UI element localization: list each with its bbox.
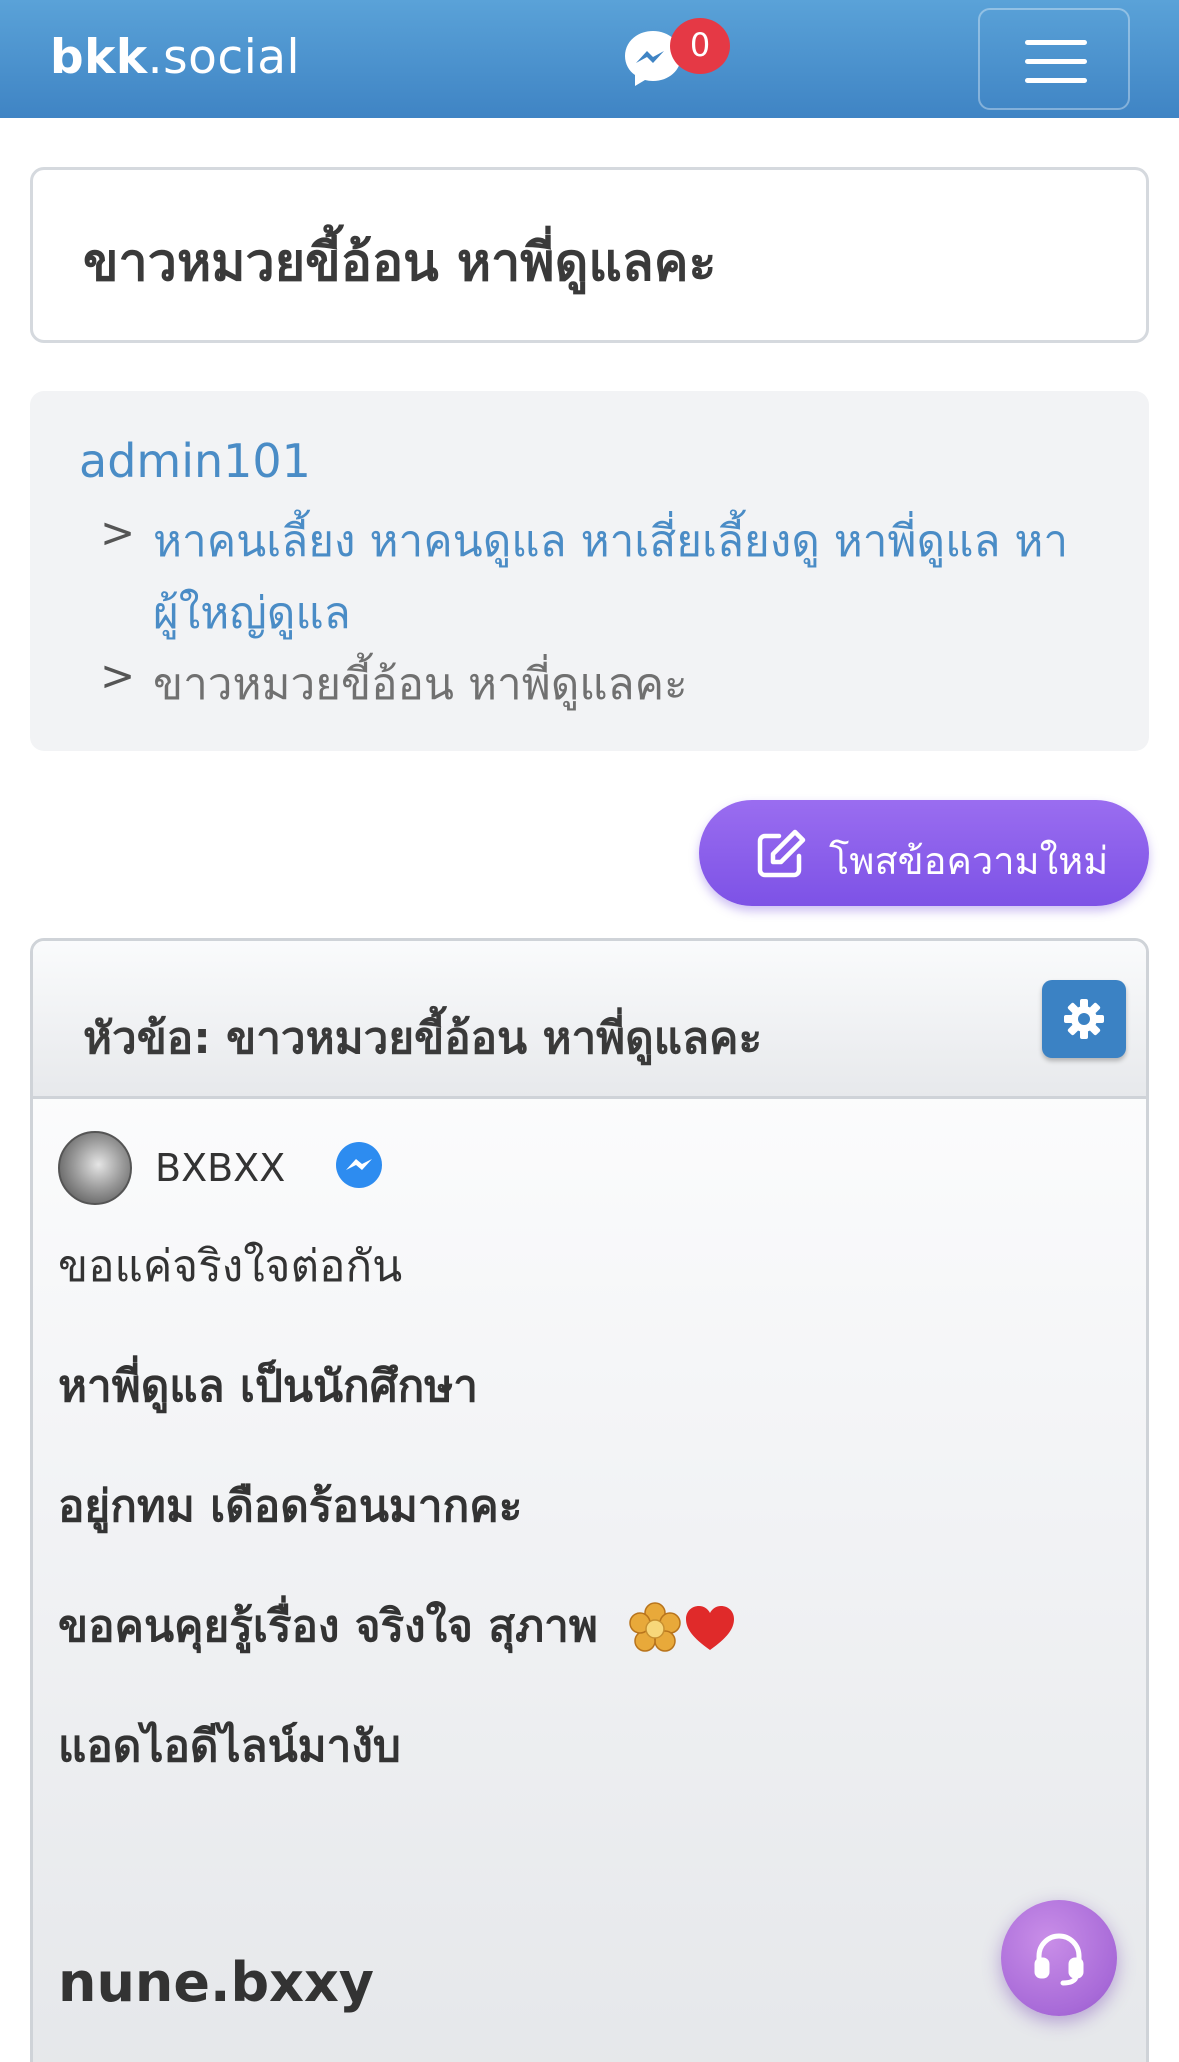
new-post-button[interactable]: โพสข้อความใหม่: [699, 800, 1149, 906]
hamburger-icon: [1025, 40, 1087, 45]
headset-icon: [1034, 1933, 1084, 1986]
breadcrumb-user-link[interactable]: admin101: [79, 434, 311, 488]
messenger-count-badge: 0: [670, 18, 730, 74]
post-line: หาพี่ดูแล เป็นนักศึกษา: [58, 1361, 478, 1412]
topic-card-header: หัวข้อ: ขาวหมวยขี้อ้อน หาพี่ดูแลคะ: [33, 941, 1146, 1099]
author-name[interactable]: BXBXX: [155, 1146, 285, 1190]
page-title-box: ขาวหมวยขี้อ้อน หาพี่ดูแลคะ: [30, 167, 1149, 343]
brand-logo[interactable]: bkk.social: [50, 30, 300, 85]
brand-bold: bkk: [50, 30, 148, 85]
hamburger-icon: [1025, 78, 1087, 83]
menu-toggle-button[interactable]: [978, 8, 1130, 110]
post-line: ขอแค่จริงใจต่อกัน: [58, 1241, 403, 1292]
line-id-text: nune.bxxy: [58, 1951, 374, 2014]
hamburger-icon: [1025, 59, 1087, 64]
post-line-with-emoji: ขอคนคุยรู้เรื่อง จริงใจ สุภาพ: [58, 1591, 737, 1661]
edit-icon: [757, 829, 806, 878]
author-avatar[interactable]: [58, 1131, 132, 1205]
author-messenger-icon[interactable]: [335, 1141, 383, 1189]
heart-emoji-icon: [686, 1606, 735, 1650]
page-title: ขาวหมวยขี้อ้อน หาพี่ดูแลคะ: [83, 233, 717, 293]
flower-emoji-icon: [629, 1602, 681, 1652]
post-line: แอดไอดีไลน์มางับ: [58, 1721, 401, 1772]
breadcrumb: admin101 > หาคนเลี้ยง หาคนดูแล หาเสี่ยเล…: [30, 391, 1149, 751]
topic-card: หัวข้อ: ขาวหมวยขี้อ้อน หาพี่ดูแลคะ BXBXX: [30, 938, 1149, 2062]
breadcrumb-forum-link[interactable]: หาคนเลี้ยง หาคนดูแล หาเสี่ยเลี้ยงดู หาพี…: [153, 506, 1113, 650]
breadcrumb-separator: >: [100, 508, 136, 557]
support-chat-button[interactable]: [1001, 1900, 1117, 2016]
gear-icon: [1064, 999, 1104, 1039]
topic-settings-button[interactable]: [1042, 980, 1126, 1058]
new-post-label: โพสข้อความใหม่: [829, 839, 1109, 883]
brand-rest: .social: [147, 30, 301, 85]
breadcrumb-separator: >: [100, 651, 136, 700]
post-line: อยู่กทม เดือดร้อนมากคะ: [58, 1481, 523, 1532]
breadcrumb-current: ขาวหมวยขี้อ้อน หาพี่ดูแลคะ: [153, 659, 688, 710]
topic-heading: หัวข้อ: ขาวหมวยขี้อ้อน หาพี่ดูแลคะ: [83, 1013, 763, 1064]
top-navbar: bkk.social 0: [0, 0, 1179, 118]
post-line-text: ขอคนคุยรู้เรื่อง จริงใจ สุภาพ: [58, 1601, 598, 1652]
